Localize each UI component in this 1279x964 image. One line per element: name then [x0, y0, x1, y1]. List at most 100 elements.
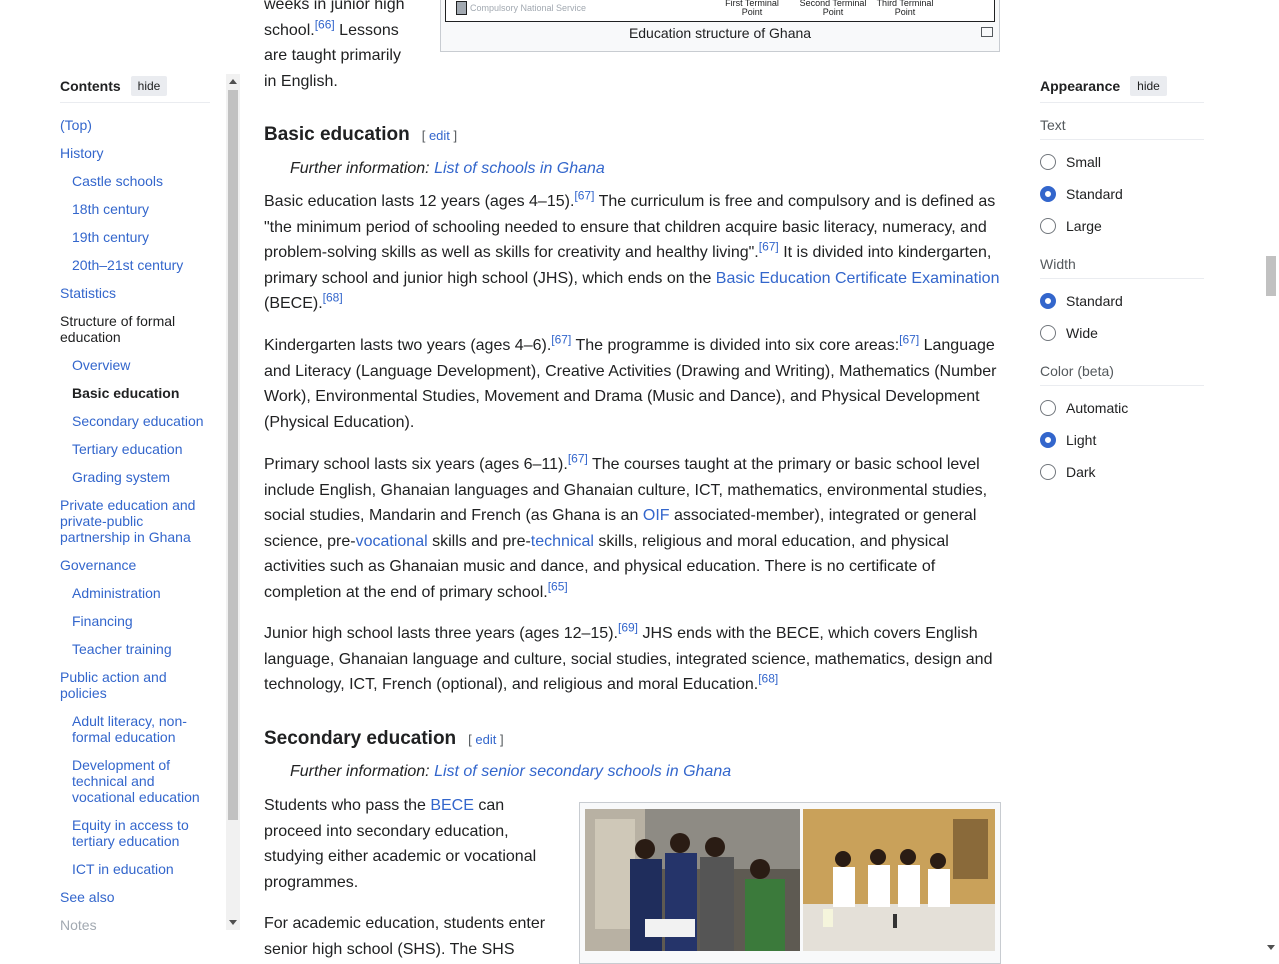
toc-item[interactable]: Structure of formal education — [60, 307, 210, 351]
students-handshake-photo[interactable] — [585, 809, 800, 951]
toc-item[interactable]: Adult literacy, non-formal education — [60, 707, 210, 751]
toc-item[interactable]: Grading system — [60, 463, 210, 491]
toc-item[interactable]: 19th century — [60, 223, 210, 251]
education-structure-figure: Compulsory National Service First Termin… — [440, 0, 1000, 52]
students-laboratory-photo[interactable] — [803, 809, 995, 951]
toc-item[interactable]: 18th century — [60, 195, 210, 223]
radio-option[interactable]: Standard — [1040, 285, 1204, 317]
toc-item[interactable]: 20th–21st century — [60, 251, 210, 279]
radio-button[interactable] — [1040, 464, 1056, 480]
appearance-group-title: Width — [1040, 256, 1204, 279]
toc-item[interactable]: Secondary education — [60, 407, 210, 435]
enlarge-icon[interactable] — [981, 27, 993, 37]
toc-item-label: Public action and policies — [60, 669, 167, 701]
paragraph: Junior high school lasts three years (ag… — [264, 621, 1000, 698]
edit-link[interactable]: edit — [429, 128, 450, 143]
radio-option[interactable]: Wide — [1040, 317, 1204, 349]
radio-button[interactable] — [1040, 293, 1056, 309]
further-info-link[interactable]: List of schools in Ghana — [434, 160, 605, 177]
toc-item-label: (Top) — [60, 117, 92, 133]
radio-button[interactable] — [1040, 432, 1056, 448]
citation-66[interactable]: [66] — [315, 17, 335, 31]
hatnote-prefix: Further information: — [290, 160, 435, 177]
toc-item-label: 18th century — [72, 201, 150, 217]
toc-item[interactable]: Statistics — [60, 279, 210, 307]
terminal-point-3: Third Terminal Point — [876, 0, 934, 17]
citation-link[interactable]: [69] — [618, 621, 638, 635]
paragraph: Kindergarten lasts two years (ages 4–6).… — [264, 333, 1000, 435]
toc-item[interactable]: Overview — [60, 351, 210, 379]
toc-item[interactable]: Notes — [60, 911, 210, 930]
technical-link[interactable]: technical — [531, 533, 594, 550]
toc-item[interactable]: Equity in access to tertiary education — [60, 811, 210, 855]
radio-option[interactable]: Dark — [1040, 456, 1204, 488]
education-structure-diagram[interactable]: Compulsory National Service First Termin… — [445, 0, 995, 22]
scroll-up-arrow-icon[interactable] — [229, 79, 237, 84]
vocational-link[interactable]: vocational — [356, 533, 428, 550]
paragraph: Students who pass the BECE can proceed i… — [264, 793, 554, 895]
toc-item[interactable]: Public action and policies — [60, 663, 210, 707]
radio-option[interactable]: Small — [1040, 146, 1204, 178]
citation-link[interactable]: [65] — [548, 580, 568, 594]
toc-item[interactable]: Basic education — [60, 379, 210, 407]
page-scroll-thumb[interactable] — [1266, 256, 1276, 296]
citation-link[interactable]: [67] — [574, 189, 594, 203]
toc-scrollbar[interactable] — [226, 74, 240, 930]
intro-text-span: school. — [264, 21, 315, 39]
toc-item[interactable]: History — [60, 139, 210, 167]
toc-item-label: Financing — [72, 613, 133, 629]
hatnote-prefix: Further information: — [290, 763, 435, 780]
radio-button[interactable] — [1040, 154, 1056, 170]
toc-item[interactable]: Tertiary education — [60, 435, 210, 463]
toc-item[interactable]: Teacher training — [60, 635, 210, 663]
toc-item[interactable]: See also — [60, 883, 210, 911]
scroll-down-arrow-icon[interactable] — [229, 920, 237, 925]
bece-link[interactable]: BECE — [430, 797, 474, 814]
citation-link[interactable]: [68] — [758, 672, 778, 686]
citation-link[interactable]: [67] — [551, 333, 571, 347]
appearance-group-title: Color (beta) — [1040, 363, 1204, 386]
radio-option[interactable]: Light — [1040, 424, 1204, 456]
bece-article-link[interactable]: Basic Education Certificate Examination — [716, 270, 1000, 287]
toc-item[interactable]: ICT in education — [60, 855, 210, 883]
toc-item[interactable]: Administration — [60, 579, 210, 607]
edit-link[interactable]: edit — [475, 732, 496, 747]
toc-item[interactable]: Private education and private-public par… — [60, 491, 210, 551]
toc-item[interactable]: Development of technical and vocational … — [60, 751, 210, 811]
intro-line: school.[66] Lessons — [264, 18, 424, 44]
toc-scroll-thumb[interactable] — [228, 90, 238, 820]
oif-link[interactable]: OIF — [643, 507, 670, 524]
text-span: (BECE). — [264, 295, 323, 313]
toc-item[interactable]: Castle schools — [60, 167, 210, 195]
toc-item-label: Development of technical and vocational … — [72, 757, 200, 805]
scroll-down-arrow-icon[interactable] — [1267, 945, 1275, 950]
page-scrollbar[interactable] — [1264, 0, 1279, 955]
toc-item[interactable]: (Top) — [60, 111, 210, 139]
radio-option[interactable]: Large — [1040, 210, 1204, 242]
radio-label: Light — [1066, 432, 1097, 448]
radio-button[interactable] — [1040, 325, 1056, 341]
radio-label: Automatic — [1066, 400, 1129, 416]
paragraph: Primary school lasts six years (ages 6–1… — [264, 452, 1000, 606]
toc-item[interactable]: Financing — [60, 607, 210, 635]
appearance-header: Appearance hide — [1040, 70, 1204, 103]
further-info-link[interactable]: List of senior secondary schools in Ghan… — [434, 763, 731, 780]
radio-option[interactable]: Automatic — [1040, 392, 1204, 424]
radio-button[interactable] — [1040, 400, 1056, 416]
appearance-panel: Appearance hide Text Small Standard Large Wi… — [1040, 70, 1204, 488]
toc-item-label: Governance — [60, 557, 137, 573]
citation-link[interactable]: [67] — [759, 240, 779, 254]
toc-item[interactable]: Governance — [60, 551, 210, 579]
radio-option[interactable]: Standard — [1040, 178, 1204, 210]
toc-item-label: Secondary education — [72, 413, 204, 429]
citation-link[interactable]: [67] — [899, 333, 919, 347]
radio-button[interactable] — [1040, 186, 1056, 202]
citation-link[interactable]: [67] — [568, 452, 588, 466]
legend-label: Compulsory National Service — [470, 3, 587, 13]
further-info-hatnote: Further information: List of schools in … — [290, 160, 605, 178]
citation-link[interactable]: [68] — [323, 291, 343, 305]
radio-group: Automatic Light Dark — [1040, 386, 1204, 488]
radio-button[interactable] — [1040, 218, 1056, 234]
toc-hide-button[interactable]: hide — [130, 76, 168, 96]
appearance-hide-button[interactable]: hide — [1130, 76, 1167, 96]
